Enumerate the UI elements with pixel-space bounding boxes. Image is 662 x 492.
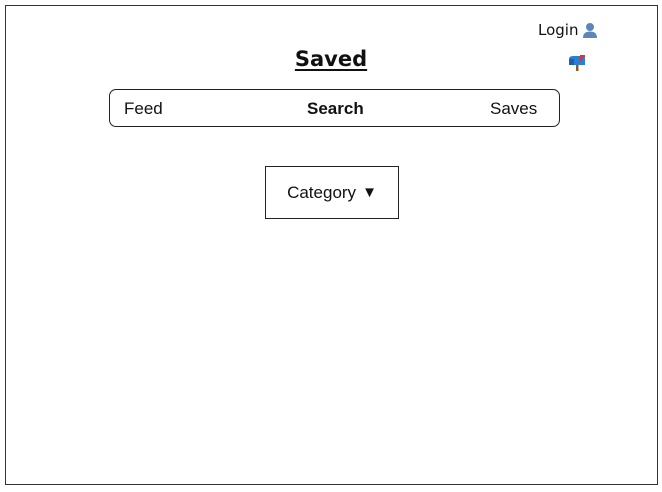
nav-bar: Feed Search Saves bbox=[109, 89, 560, 127]
login-label: Login bbox=[538, 21, 579, 39]
app-frame bbox=[5, 5, 658, 485]
caret-down-icon: ▼ bbox=[362, 184, 377, 201]
nav-item-saves[interactable]: Saves bbox=[490, 99, 537, 118]
category-label: Category bbox=[287, 182, 357, 202]
page-title: Saved bbox=[294, 47, 368, 71]
login-button[interactable]: Login bbox=[538, 21, 598, 39]
category-dropdown[interactable]: Category ▼ bbox=[265, 166, 399, 219]
nav-item-search[interactable]: Search bbox=[307, 99, 364, 118]
user-icon bbox=[583, 22, 598, 38]
nav-item-feed[interactable]: Feed bbox=[124, 99, 163, 118]
